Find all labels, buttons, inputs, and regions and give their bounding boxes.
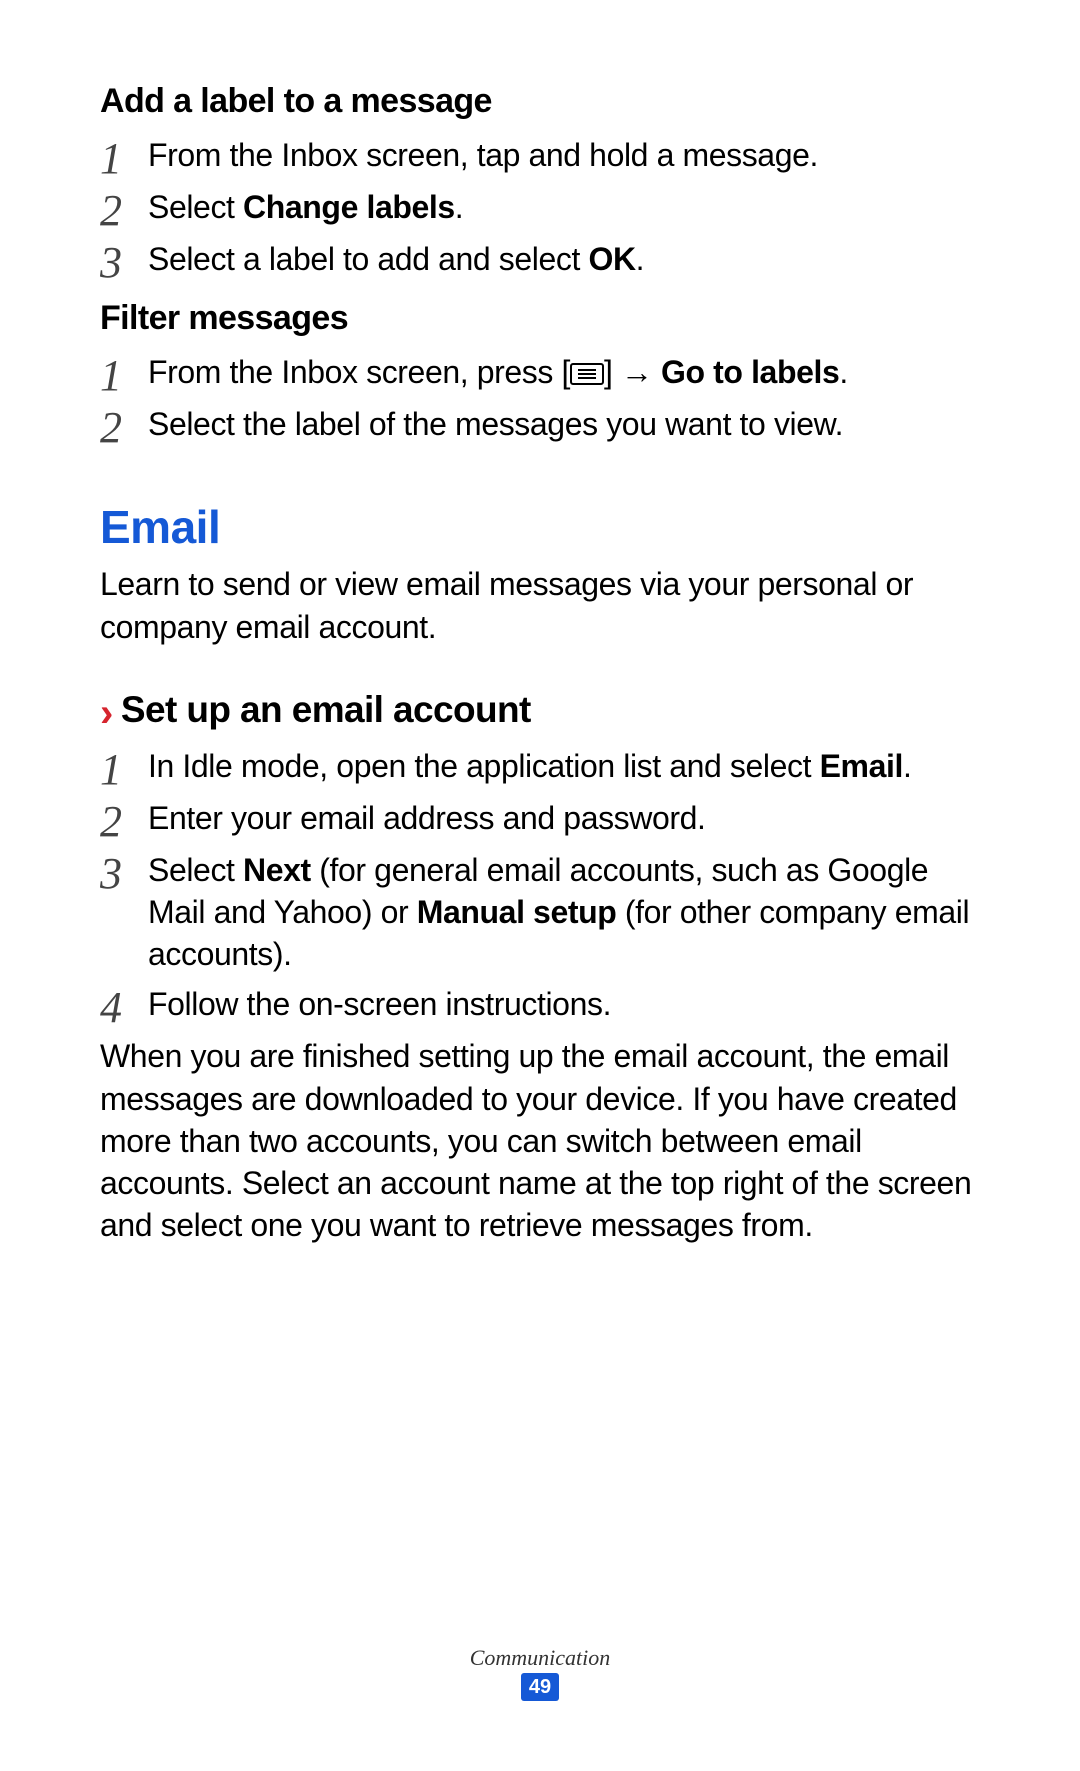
step-bold: Manual setup (417, 894, 617, 930)
step-text: Select the label of the messages you wan… (148, 406, 843, 442)
email-intro: Learn to send or view email messages via… (100, 563, 980, 647)
step-item: Enter your email address and password. (100, 797, 980, 841)
step-item: Follow the on-screen instructions. (100, 983, 980, 1027)
step-text: In Idle mode, open the application list … (148, 748, 820, 784)
step-text: Follow the on-screen instructions. (148, 986, 611, 1022)
step-text: Select (148, 189, 243, 225)
page-number: 49 (521, 1673, 559, 1701)
heading-filter: Filter messages (100, 296, 980, 341)
page-content: Add a label to a message From the Inbox … (100, 79, 980, 1247)
chevron-right-icon: › (100, 693, 113, 733)
step-item: Select Change labels. (100, 186, 980, 230)
step-item: In Idle mode, open the application list … (100, 745, 980, 789)
steps-filter: From the Inbox screen, press [ ] → Go to … (100, 351, 980, 447)
step-text: Enter your email address and password. (148, 800, 706, 836)
heading-setup-email: Set up an email account (121, 686, 531, 735)
step-bold: Email (820, 748, 903, 784)
step-text: . (839, 354, 848, 390)
step-text: Select a label to add and select (148, 241, 588, 277)
setup-after-paragraph: When you are finished setting up the ema… (100, 1035, 980, 1246)
heading-email: Email (100, 497, 980, 558)
menu-icon (570, 363, 604, 385)
step-bold: Change labels (243, 189, 455, 225)
step-item: Select the label of the messages you wan… (100, 403, 980, 447)
step-bold: Next (243, 852, 311, 888)
step-text: . (455, 189, 464, 225)
subheading-row: › Set up an email account (100, 686, 980, 735)
page-footer: Communication 49 (0, 1645, 1080, 1701)
step-text: Select (148, 852, 243, 888)
step-bold: OK (588, 241, 635, 277)
step-text: From the Inbox screen, tap and hold a me… (148, 137, 818, 173)
steps-setup: In Idle mode, open the application list … (100, 745, 980, 1028)
document-page: Add a label to a message From the Inbox … (0, 0, 1080, 1771)
step-item: From the Inbox screen, press [ ] → Go to … (100, 351, 980, 395)
step-item: Select a label to add and select OK. (100, 238, 980, 282)
step-text: . (903, 748, 912, 784)
step-text: ] → (604, 354, 661, 390)
steps-add-label: From the Inbox screen, tap and hold a me… (100, 134, 980, 282)
step-item: Select Next (for general email accounts,… (100, 849, 980, 976)
step-item: From the Inbox screen, tap and hold a me… (100, 134, 980, 178)
step-text: . (636, 241, 645, 277)
step-bold: Go to labels (661, 354, 839, 390)
footer-section-label: Communication (0, 1645, 1080, 1671)
heading-add-label: Add a label to a message (100, 79, 980, 124)
step-text: From the Inbox screen, press [ (148, 354, 570, 390)
